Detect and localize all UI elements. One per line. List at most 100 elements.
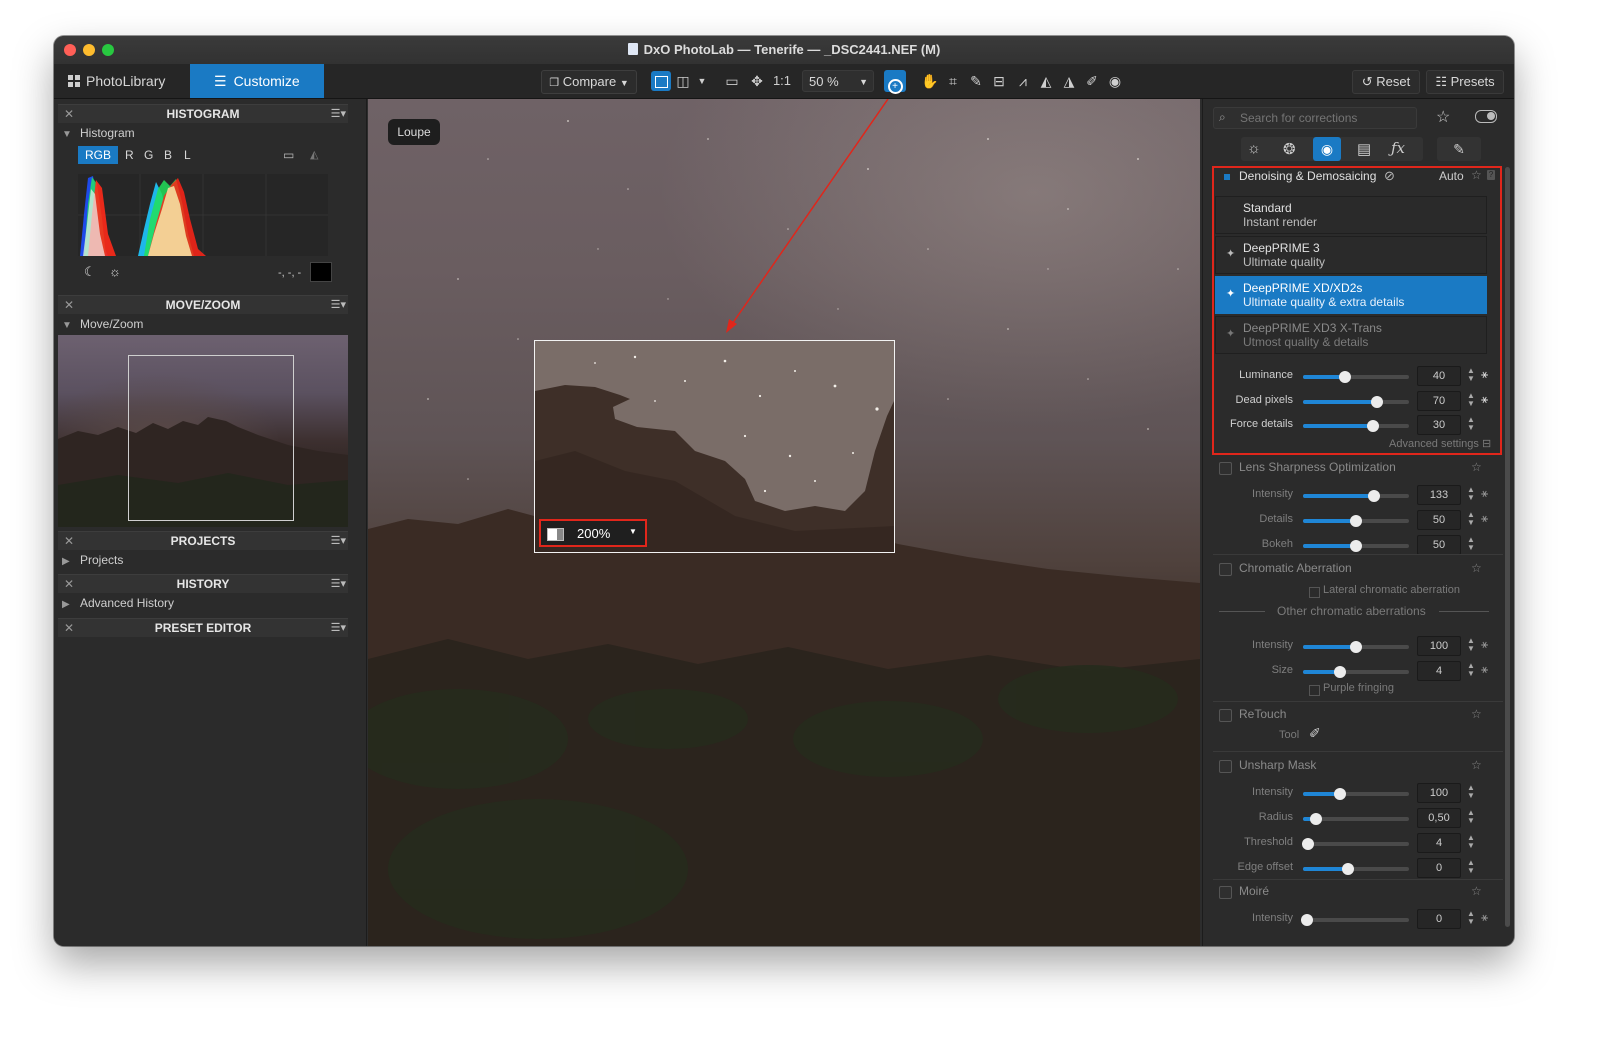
favorites-icon[interactable]: ☆	[1436, 107, 1450, 127]
slider-knob[interactable]	[1350, 540, 1362, 552]
tab-effects-icon[interactable]: ƒx	[1391, 139, 1405, 157]
one-to-one-button[interactable]: 1:1	[770, 71, 794, 91]
stepper-icon[interactable]: ▲ ▼	[1467, 637, 1475, 653]
preset-editor-header[interactable]: ✕ PRESET EDITOR ☰▾	[58, 618, 348, 637]
horizon-tool-button[interactable]: ⊟	[989, 71, 1009, 91]
zoom-select[interactable]: 50 % ▼	[802, 70, 874, 92]
retouch-title[interactable]: ReTouch	[1239, 707, 1286, 721]
lens-sharpness-title[interactable]: Lens Sharpness Optimization	[1239, 460, 1396, 474]
moire-checkbox[interactable]	[1219, 886, 1232, 899]
day-mode-icon[interactable]: ☼	[109, 264, 121, 279]
stepper-icon[interactable]: ▲ ▼	[1467, 392, 1475, 408]
lens_sharpness-bokeh-slider[interactable]	[1303, 540, 1409, 552]
star-icon[interactable]: ☆	[1471, 758, 1482, 772]
lens_sharpness-details-slider[interactable]	[1303, 515, 1409, 527]
stepper-icon[interactable]: ▲ ▼	[1467, 859, 1475, 875]
denoising-mode[interactable]: Auto	[1439, 169, 1464, 183]
stepper-icon[interactable]: ▲ ▼	[1467, 367, 1475, 383]
history-header[interactable]: ✕ HISTORY ☰▾	[58, 574, 348, 593]
gamut-icon[interactable]: ◭	[310, 148, 318, 161]
denoise-force_details-slider[interactable]	[1303, 420, 1409, 432]
loupe-window[interactable]: 200% ▼	[534, 340, 895, 553]
panel-scrollbar[interactable]	[1505, 167, 1510, 927]
projects-subheader[interactable]: ▶ Projects	[62, 553, 123, 567]
navigator-viewport[interactable]	[128, 355, 294, 521]
close-icon[interactable]: ✕	[64, 105, 74, 123]
star-icon[interactable]: ☆	[1471, 561, 1482, 575]
channel-b[interactable]: B	[160, 148, 176, 162]
histogram-subheader[interactable]: ▼ Histogram	[62, 126, 135, 140]
denoise-dead_pixels-value[interactable]: 70	[1417, 391, 1461, 411]
panel-menu-icon[interactable]: ☰▾	[331, 105, 346, 123]
denoise-luminance-value[interactable]: 40	[1417, 366, 1461, 386]
moire-intensity-value[interactable]: 0	[1417, 909, 1461, 929]
demosaic-option-standard[interactable]: Standard Instant render	[1215, 196, 1487, 234]
auto-wand-icon[interactable]: ⚹	[1481, 910, 1488, 925]
unsharp-title[interactable]: Unsharp Mask	[1239, 758, 1316, 772]
denoising-enable-checkbox[interactable]	[1224, 174, 1230, 180]
unsharp-threshold-slider[interactable]	[1302, 838, 1409, 850]
panel-menu-icon[interactable]: ☰▾	[331, 575, 346, 593]
view-dropdown-button[interactable]: ▼	[692, 71, 712, 91]
demosaic-option-deepprime-xd[interactable]: ✦ DeepPRIME XD/XD2s Ultimate quality & e…	[1215, 276, 1487, 314]
denoise-dead_pixels-slider[interactable]	[1303, 396, 1409, 408]
loupe-tool-button[interactable]: +	[884, 70, 906, 94]
unsharp-threshold-value[interactable]: 4	[1417, 833, 1461, 853]
tab-geometry-icon[interactable]: ▤	[1357, 140, 1371, 158]
move-button[interactable]: ✥	[747, 71, 767, 91]
reset-button[interactable]: ↺ Reset	[1352, 70, 1420, 94]
channel-rgb[interactable]: RGB	[78, 146, 118, 164]
single-view-button[interactable]	[651, 71, 671, 91]
local-adjustments-button[interactable]: ◭	[1036, 71, 1056, 91]
auto-wand-icon[interactable]: ⚹	[1481, 662, 1488, 677]
tab-light-icon[interactable]: ☼	[1247, 140, 1261, 157]
close-icon[interactable]: ✕	[64, 619, 74, 637]
preview-toggle-button[interactable]: ◉	[1105, 71, 1125, 91]
star-icon[interactable]: ☆	[1471, 707, 1482, 721]
stepper-icon[interactable]: ▲ ▼	[1467, 662, 1475, 678]
white-balance-picker-button[interactable]: ✎	[966, 71, 986, 91]
slider-knob[interactable]	[1366, 420, 1379, 432]
purple-checkbox[interactable]	[1309, 685, 1320, 696]
star-icon[interactable]: ☆	[1471, 168, 1482, 182]
denoise-luminance-slider[interactable]	[1303, 371, 1409, 383]
lens_sharpness-details-value[interactable]: 50	[1417, 510, 1461, 530]
star-icon[interactable]: ☆	[1471, 884, 1482, 898]
slider-knob[interactable]	[1334, 666, 1347, 678]
presets-button[interactable]: ☷ Presets	[1426, 70, 1504, 94]
slider-knob[interactable]	[1341, 863, 1354, 875]
movezoom-header[interactable]: ✕ MOVE/ZOOM ☰▾	[58, 295, 348, 314]
denoising-title[interactable]: Denoising & Demosaicing	[1239, 169, 1376, 183]
close-icon[interactable]: ✕	[64, 532, 74, 550]
denoise-force_details-value[interactable]: 30	[1417, 415, 1461, 435]
unsharp-intensity-value[interactable]: 100	[1417, 783, 1461, 803]
auto-wand-icon[interactable]: ⚹	[1481, 511, 1488, 526]
slider-knob[interactable]	[1368, 490, 1381, 502]
movezoom-subheader[interactable]: ▼ Move/Zoom	[62, 317, 143, 331]
chromatic-size-slider[interactable]	[1303, 666, 1409, 678]
tab-local-icon[interactable]: ✎	[1437, 137, 1481, 161]
perspective-tool-button[interactable]: ⩘	[1013, 71, 1033, 91]
stepper-icon[interactable]: ▲ ▼	[1467, 536, 1475, 552]
split-view-button[interactable]: ◫	[673, 71, 693, 91]
auto-wand-icon[interactable]: ⚹	[1481, 637, 1488, 652]
unsharp-radius-value[interactable]: 0,50	[1417, 808, 1461, 828]
channel-l[interactable]: L	[179, 148, 195, 162]
loupe-zoom-control[interactable]: 200% ▼	[539, 519, 647, 547]
lens_sharpness-bokeh-value[interactable]: 50	[1417, 535, 1461, 555]
chromatic-intensity-value[interactable]: 100	[1417, 636, 1461, 656]
panel-menu-icon[interactable]: ☰▾	[331, 619, 346, 637]
retouch-tool-icon[interactable]: ✐	[1309, 725, 1321, 742]
panel-menu-icon[interactable]: ☰▾	[331, 296, 346, 314]
close-icon[interactable]: ✕	[64, 575, 74, 593]
visibility-off-icon[interactable]: ⊘	[1384, 168, 1395, 184]
info-icon[interactable]: ?	[1487, 170, 1495, 180]
retouch-checkbox[interactable]	[1219, 709, 1232, 722]
lens_sharpness-intensity-slider[interactable]	[1303, 490, 1409, 502]
moire-title[interactable]: Moiré	[1239, 884, 1269, 898]
moire-intensity-slider[interactable]	[1301, 914, 1409, 926]
chromatic-checkbox[interactable]	[1219, 563, 1232, 576]
stepper-icon[interactable]: ▲ ▼	[1467, 511, 1475, 527]
advanced-settings-link[interactable]: Advanced settings ⊟	[1389, 437, 1491, 450]
search-input[interactable]	[1238, 110, 1412, 126]
